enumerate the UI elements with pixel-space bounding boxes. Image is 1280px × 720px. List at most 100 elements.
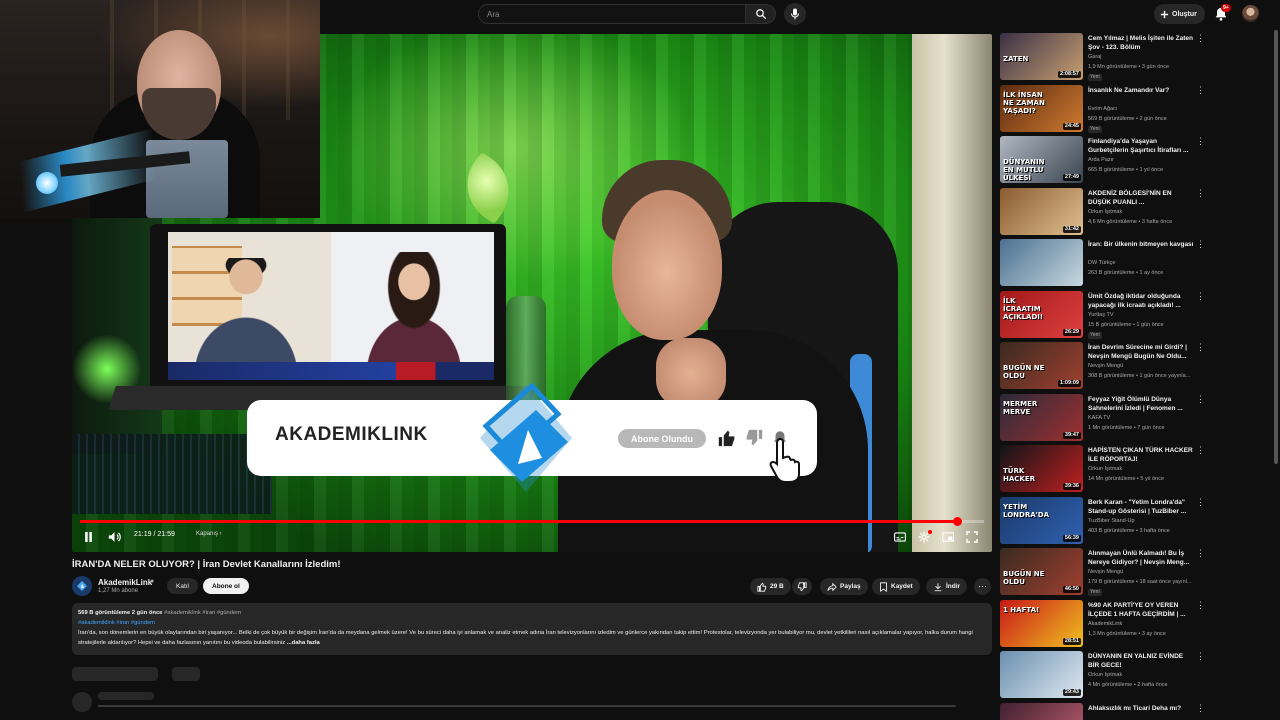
kebab-menu-icon[interactable]: ⋮ <box>1196 240 1205 252</box>
recommendation-title[interactable]: İran Devrim Sürecine mi Girdi? | Nevşin … <box>1088 343 1196 361</box>
recommendation-thumbnail[interactable]: YETİM LONDRA'DA 56:39 <box>1000 496 1083 544</box>
recommendation-thumbnail[interactable]: İLK İNSAN NE ZAMAN YAŞADI? 24:45 <box>1000 84 1083 132</box>
recommendation-title[interactable]: İran: Bir ülkenin bitmeyen kavgası <box>1088 240 1196 249</box>
recommendation-title[interactable]: İnsanlık Ne Zamandır Var? <box>1088 86 1196 95</box>
duration-badge: 27:49 <box>1062 174 1081 181</box>
recommendation-title[interactable]: HAPİSTEN ÇIKAN TÜRK HACKER İLE RÖPORTAJ! <box>1088 446 1196 464</box>
kebab-menu-icon[interactable]: ⋮ <box>1196 549 1205 561</box>
recommendation-channel[interactable]: TuzBiber Stand-Up <box>1088 518 1135 524</box>
recommendation-item[interactable]: MERMER MERVE 39:47 Feyyaz Yiğit Ölümlü Dün… <box>1000 393 1210 443</box>
recommendation-item[interactable]: YETİM LONDRA'DA 56:39 Berk Karan - "Yetim … <box>1000 496 1210 546</box>
description-tags[interactable]: #akademiklink #iran #gündem <box>78 618 986 628</box>
recommendation-thumbnail[interactable]: DÜNYANIN EN MUTLU ÜLKESİ 27:49 <box>1000 136 1083 183</box>
recommendation-title[interactable]: DÜNYANIN EN YALNIZ EVİNDE BİR GECE! <box>1088 652 1196 670</box>
miniplayer-icon[interactable] <box>942 532 954 542</box>
recommendation-channel[interactable]: Orkun Işıtmak <box>1088 209 1122 215</box>
create-button[interactable]: Oluştur <box>1154 4 1205 24</box>
kebab-menu-icon[interactable]: ⋮ <box>1196 34 1205 46</box>
chapter-label[interactable]: Kapanış › <box>196 531 222 537</box>
thumbnail-text: BUGÜN NE OLDU <box>1003 570 1045 586</box>
save-button[interactable]: Kaydet <box>872 578 920 595</box>
share-button[interactable]: Paylaş <box>820 578 868 595</box>
recommendation-thumbnail[interactable]: 29:43 <box>1000 651 1083 698</box>
like-count: 29 B <box>770 583 784 590</box>
recommendation-thumbnail[interactable]: BUGÜN NE OLDU 1:09:09 <box>1000 342 1083 389</box>
recommendation-channel[interactable]: Yurttaş TV <box>1088 312 1114 318</box>
join-button[interactable]: Katıl <box>167 578 199 594</box>
pause-icon[interactable] <box>84 532 93 542</box>
kebab-menu-icon[interactable]: ⋮ <box>1196 600 1205 613</box>
recommendation-channel[interactable]: AkademikLink <box>1088 621 1122 627</box>
recommendation-thumbnail[interactable]: MERMER MERVE 39:47 <box>1000 393 1083 441</box>
channel-name[interactable]: AkademikLink <box>98 578 152 587</box>
recommendation-title[interactable]: Cem Yılmaz | Melis İşiten ile Zaten Şov … <box>1088 34 1196 52</box>
recommendation-thumbnail[interactable]: 31:42 <box>1000 187 1083 235</box>
recommendation-item[interactable]: 31:42 AKDENİZ BÖLGESİ'NİN EN DÜŞÜK PUANLI… <box>1000 187 1210 237</box>
recommendation-channel[interactable]: Evrim Ağacı <box>1088 106 1117 112</box>
recommendation-item[interactable]: BUGÜN NE OLDU 46:50 Alınmayan Ünlü Kalmadı… <box>1000 548 1210 597</box>
recommendation-title[interactable]: Ümit Özdağ iktidar olduğunda yapacağı il… <box>1088 292 1196 310</box>
recommendation-thumbnail[interactable]: 1 HAFTA! 28:51 <box>1000 599 1083 647</box>
recommendation-thumbnail[interactable] <box>1000 702 1083 720</box>
recommendation-item[interactable]: DÜNYANIN EN MUTLU ÜLKESİ 27:49 Finlandiya'… <box>1000 136 1210 185</box>
channel-avatar[interactable] <box>72 576 92 596</box>
kebab-menu-icon[interactable]: ⋮ <box>1196 85 1205 98</box>
recommendation-thumbnail[interactable] <box>1000 239 1083 286</box>
show-more-link[interactable]: ...daha fazla <box>287 640 320 646</box>
recommendation-thumbnail[interactable]: İLK İCRAATIM AÇIKLADI! 26:29 <box>1000 290 1083 338</box>
recommendation-item[interactable]: Ahlaksızlık mı Ticari Deha mı? ⋮ <box>1000 702 1210 720</box>
download-button[interactable]: İndir <box>926 578 968 595</box>
scrollbar[interactable] <box>1274 30 1278 464</box>
kebab-menu-icon[interactable]: ⋮ <box>1196 137 1205 149</box>
recommendation-title[interactable]: %90 AK PARTİ'YE OY VEREN İLÇEDE 1 HAFTA … <box>1088 601 1196 619</box>
recommendation-item[interactable]: 29:43 DÜNYANIN EN YALNIZ EVİNDE BİR GECE!… <box>1000 651 1210 700</box>
recommendation-channel[interactable]: Orkun Işıtmak <box>1088 672 1122 678</box>
subtitles-icon[interactable] <box>894 532 906 542</box>
fullscreen-icon[interactable] <box>966 531 978 543</box>
more-actions-icon[interactable]: ⋯ <box>974 578 991 595</box>
description-box[interactable]: 569 B görüntüleme 2 gün önce #akademikli… <box>72 603 992 655</box>
subscribe-button[interactable]: Abone ol <box>203 578 249 594</box>
search-input[interactable] <box>478 4 746 24</box>
recommendation-channel[interactable]: Arda Pazır <box>1088 157 1114 163</box>
dislike-button[interactable] <box>792 578 812 595</box>
recommendation-title[interactable]: Finlandiya'da Yaşayan Gurbetçilerin Şaşı… <box>1088 137 1196 155</box>
recommendation-item[interactable]: İran: Bir ülkenin bitmeyen kavgası DW Tür… <box>1000 239 1210 288</box>
recommendation-title[interactable]: Ahlaksızlık mı Ticari Deha mı? <box>1088 704 1196 713</box>
recommendation-item[interactable]: ZATEN 2:08:57 Cem Yılmaz | Melis İşiten il… <box>1000 33 1210 82</box>
recommendation-item[interactable]: BUGÜN NE OLDU 1:09:09 İran Devrim Sürecine… <box>1000 342 1210 391</box>
recommendation-channel[interactable]: KAFA TV <box>1088 415 1110 421</box>
recommendation-channel[interactable]: Nevşin Mengü <box>1088 363 1123 369</box>
progress-bar[interactable] <box>80 517 984 526</box>
volume-icon[interactable] <box>108 531 121 543</box>
account-avatar[interactable] <box>1242 5 1259 22</box>
kebab-menu-icon[interactable]: ⋮ <box>1196 497 1205 510</box>
recommendation-thumbnail[interactable]: BUGÜN NE OLDU 46:50 <box>1000 548 1083 595</box>
recommendation-item[interactable]: İLK İCRAATIM AÇIKLADI! 26:29 Ümit Özdağ ik… <box>1000 290 1210 340</box>
kebab-menu-icon[interactable]: ⋮ <box>1196 343 1205 355</box>
kebab-menu-icon[interactable]: ⋮ <box>1196 394 1205 407</box>
recommendation-thumbnail[interactable]: TÜRK HACKER 39:36 <box>1000 445 1083 492</box>
voice-search-button[interactable] <box>784 3 806 25</box>
kebab-menu-icon[interactable]: ⋮ <box>1196 188 1205 201</box>
search-button[interactable] <box>746 4 776 24</box>
recommendation-title[interactable]: Berk Karan - "Yetim Londra'da" Stand-up … <box>1088 498 1196 516</box>
kebab-menu-icon[interactable]: ⋮ <box>1196 446 1205 458</box>
kebab-menu-icon[interactable]: ⋮ <box>1196 703 1205 716</box>
recommendation-thumbnail[interactable]: ZATEN 2:08:57 <box>1000 33 1083 80</box>
recommendation-title[interactable]: Feyyaz Yiğit Ölümlü Dünya Sahnelerini İz… <box>1088 395 1196 413</box>
like-button[interactable]: 29 B <box>750 578 791 595</box>
recommendation-title[interactable]: Alınmayan Ünlü Kalmadı! Bu İş Nereye Gid… <box>1088 549 1196 567</box>
recommendation-title[interactable]: AKDENİZ BÖLGESİ'NİN EN DÜŞÜK PUANLI ... <box>1088 189 1196 207</box>
duration-badge: 39:47 <box>1062 431 1081 439</box>
recommendation-item[interactable]: İLK İNSAN NE ZAMAN YAŞADI? 24:45 İnsanlık … <box>1000 84 1210 134</box>
kebab-menu-icon[interactable]: ⋮ <box>1196 291 1205 304</box>
recommendation-channel[interactable]: Orkun Işıtmak <box>1088 466 1122 472</box>
recommendation-item[interactable]: 1 HAFTA! 28:51 %90 AK PARTİ'YE OY VEREN İL… <box>1000 599 1210 649</box>
recommendation-item[interactable]: TÜRK HACKER 39:36 HAPİSTEN ÇIKAN TÜRK HACK… <box>1000 445 1210 494</box>
progress-scrubber[interactable] <box>952 517 962 526</box>
recommendation-channel[interactable]: DW Türkçe <box>1088 260 1115 266</box>
recommendation-channel[interactable]: Garaj <box>1088 54 1101 60</box>
kebab-menu-icon[interactable]: ⋮ <box>1196 652 1205 664</box>
recommendation-channel[interactable]: Nevşin Mengü <box>1088 569 1123 575</box>
